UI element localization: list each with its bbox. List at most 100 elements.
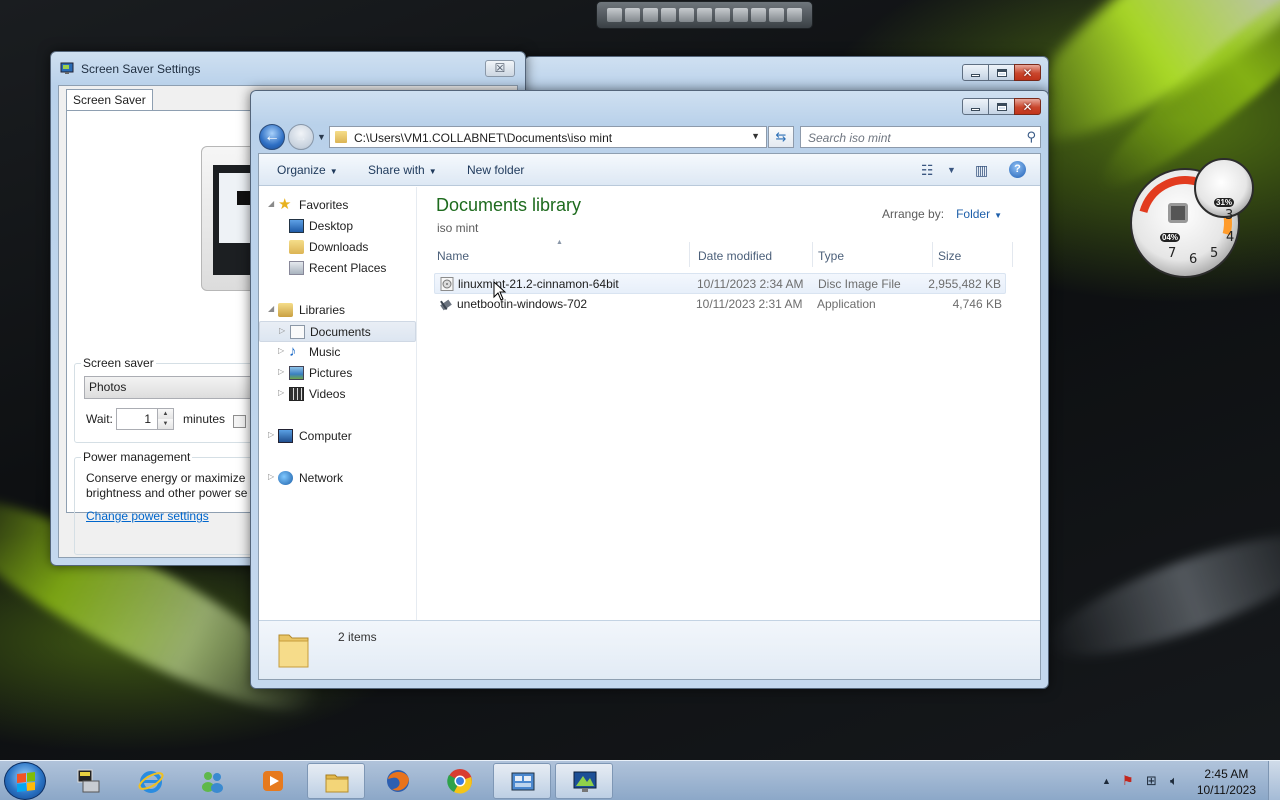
maximize-button[interactable] bbox=[988, 98, 1015, 115]
column-header-date-modified[interactable]: Date modified bbox=[693, 242, 813, 267]
maximize-icon bbox=[996, 68, 1007, 77]
videos-icon bbox=[289, 387, 304, 401]
recent-pages-dropdown[interactable]: ▼ bbox=[317, 132, 326, 142]
dock-app-icon[interactable] bbox=[679, 8, 694, 22]
taskbar-control-panel[interactable] bbox=[493, 763, 551, 799]
close-button[interactable]: ✕ bbox=[1014, 64, 1041, 81]
nav-item-recent-places[interactable]: Recent Places bbox=[259, 258, 416, 279]
tab-screen-saver[interactable]: Screen Saver bbox=[66, 89, 153, 111]
nav-item-libraries[interactable]: ◢ Libraries bbox=[259, 300, 416, 321]
address-bar[interactable]: C:\Users\VM1.COLLABNET\Documents\iso min… bbox=[329, 126, 767, 148]
taskbar-firefox[interactable] bbox=[369, 763, 427, 799]
nav-item-videos[interactable]: ▷ Videos bbox=[259, 384, 416, 405]
nav-item-pictures[interactable]: ▷ Pictures bbox=[259, 363, 416, 384]
dock-app-icon[interactable] bbox=[751, 8, 766, 22]
expand-arrow-icon[interactable]: ◢ bbox=[268, 304, 274, 313]
system-tool-icon bbox=[77, 769, 100, 793]
taskbar-windows-explorer[interactable] bbox=[307, 763, 365, 799]
chevron-down-icon[interactable]: ▼ bbox=[751, 131, 760, 141]
cpu-meter-gadget[interactable]: 04% 31% 3 4 5 6 7 bbox=[1120, 158, 1256, 288]
change-power-settings-link[interactable]: Change power settings bbox=[86, 509, 209, 523]
expand-arrow-icon[interactable]: ▷ bbox=[278, 388, 284, 397]
close-button[interactable]: ☒ bbox=[485, 60, 515, 77]
music-note-icon: ♪ bbox=[289, 343, 297, 360]
close-button[interactable]: ✕ bbox=[1014, 98, 1041, 115]
column-header-name[interactable]: Name bbox=[432, 242, 690, 267]
maximize-button[interactable] bbox=[988, 64, 1015, 81]
window-caption-buttons: ✕ bbox=[962, 98, 1041, 115]
dock-app-icon[interactable] bbox=[733, 8, 748, 22]
nav-item-favorites[interactable]: ◢ ★ Favorites bbox=[259, 195, 416, 216]
dock-app-icon[interactable] bbox=[787, 8, 802, 22]
dock-app-icon[interactable] bbox=[715, 8, 730, 22]
nav-item-computer[interactable]: ▷ Computer bbox=[259, 426, 416, 447]
dock-app-icon[interactable] bbox=[625, 8, 640, 22]
preview-pane-icon[interactable]: ▥ bbox=[975, 162, 988, 179]
libraries-icon bbox=[278, 303, 293, 317]
chevron-down-icon[interactable]: ▼ bbox=[994, 211, 1002, 220]
nav-item-downloads[interactable]: Downloads bbox=[259, 237, 416, 258]
dock-app-icon[interactable] bbox=[643, 8, 658, 22]
taskbar-chrome[interactable] bbox=[431, 763, 489, 799]
minimize-button[interactable] bbox=[962, 98, 989, 115]
help-icon[interactable]: ? bbox=[1009, 161, 1026, 178]
wait-minutes-stepper[interactable]: 1 ▲ ▼ bbox=[116, 408, 174, 430]
network-status-icon[interactable]: ⊞ bbox=[1146, 773, 1157, 789]
show-desktop-button[interactable] bbox=[1268, 761, 1280, 800]
expand-arrow-icon[interactable]: ▷ bbox=[268, 472, 274, 481]
taskbar-app-tool[interactable] bbox=[60, 763, 118, 799]
dial-number: 7 bbox=[1168, 246, 1177, 261]
column-header-type[interactable]: Type bbox=[813, 242, 933, 267]
dock-app-icon[interactable] bbox=[769, 8, 784, 22]
dock-app-icon[interactable] bbox=[661, 8, 676, 22]
forward-button[interactable]: → bbox=[288, 124, 314, 150]
minimize-button[interactable] bbox=[962, 64, 989, 81]
change-view-icon[interactable]: ☷ bbox=[921, 162, 934, 179]
stepper-up-icon[interactable]: ▲ bbox=[158, 409, 173, 419]
expand-arrow-icon[interactable]: ▷ bbox=[279, 326, 285, 335]
search-input[interactable]: Search iso mint ⚲ bbox=[800, 126, 1041, 148]
arrange-by: Arrange by: Folder ▼ bbox=[882, 207, 1002, 221]
expand-arrow-icon[interactable]: ◢ bbox=[268, 199, 274, 208]
file-row[interactable]: linuxmint-21.2-cinnamon-64bit 10/11/2023… bbox=[434, 273, 1006, 294]
dock-app-icon[interactable] bbox=[697, 8, 712, 22]
expand-arrow-icon[interactable]: ▷ bbox=[278, 346, 284, 355]
column-header-label: Name bbox=[437, 249, 470, 263]
nav-item-network[interactable]: ▷ Network bbox=[259, 468, 416, 489]
back-button[interactable]: ← bbox=[259, 124, 285, 150]
chevron-down-icon[interactable]: ▼ bbox=[947, 165, 956, 175]
organize-button[interactable]: Organize ▼ bbox=[277, 163, 338, 177]
share-with-button[interactable]: Share with ▼ bbox=[368, 163, 437, 177]
volume-icon[interactable]: 🔈︎ bbox=[1170, 773, 1178, 789]
nav-item-music[interactable]: ▷ ♪ Music bbox=[259, 342, 416, 363]
refresh-button[interactable]: ⇆ bbox=[768, 126, 794, 148]
taskbar-internet-explorer[interactable] bbox=[122, 763, 180, 799]
action-center-flag-icon[interactable]: ⚑ bbox=[1122, 773, 1134, 789]
show-hidden-icons-button[interactable]: ▲ bbox=[1102, 776, 1111, 786]
expand-arrow-icon[interactable]: ▷ bbox=[268, 430, 274, 439]
explorer-window[interactable]: ✕ ← → ▼ C:\Users\VM1.COLLABNET\Documents… bbox=[250, 90, 1049, 689]
dock-app-icon[interactable] bbox=[607, 8, 622, 22]
nav-item-desktop[interactable]: Desktop bbox=[259, 216, 416, 237]
navigation-pane: ◢ ★ Favorites Desktop Downloads Recent P… bbox=[259, 187, 417, 620]
resume-checkbox[interactable] bbox=[233, 415, 246, 428]
share-with-label: Share with bbox=[368, 163, 425, 177]
new-folder-button[interactable]: New folder bbox=[467, 163, 524, 177]
nav-item-documents[interactable]: ▷ Documents bbox=[259, 321, 416, 342]
taskbar-users[interactable] bbox=[183, 763, 241, 799]
display-settings-icon bbox=[573, 771, 597, 792]
taskbar-screen-saver-settings[interactable] bbox=[555, 763, 613, 799]
arrange-by-dropdown[interactable]: Folder bbox=[956, 207, 990, 221]
network-icon bbox=[278, 471, 293, 485]
recent-places-icon bbox=[289, 261, 304, 275]
minimize-icon bbox=[971, 74, 980, 77]
column-header-size[interactable]: Size bbox=[933, 242, 1013, 267]
taskbar-media-player[interactable] bbox=[244, 763, 302, 799]
start-button[interactable] bbox=[4, 762, 46, 800]
expand-arrow-icon[interactable]: ▷ bbox=[278, 367, 284, 376]
taskbar-clock[interactable]: 2:45 AM 10/11/2023 bbox=[1197, 766, 1256, 798]
stepper-down-icon[interactable]: ▼ bbox=[158, 419, 173, 429]
internet-explorer-icon bbox=[138, 771, 164, 793]
file-size: 2,955,482 KB bbox=[928, 277, 1001, 291]
file-row[interactable]: unetbootin-windows-702 10/11/2023 2:31 A… bbox=[434, 294, 1006, 315]
